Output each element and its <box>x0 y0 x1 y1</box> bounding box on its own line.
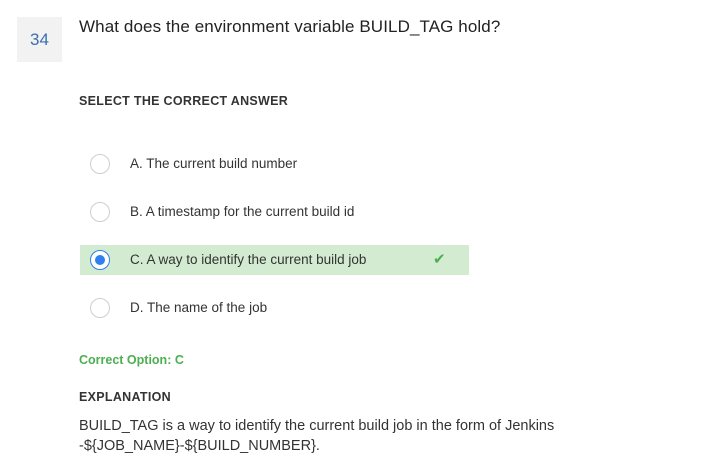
option-a-label: A. The current build number <box>130 156 298 171</box>
check-icon: ✔ <box>433 251 446 268</box>
radio-option-d[interactable] <box>90 298 110 318</box>
option-c[interactable]: C. A way to identify the current build j… <box>80 245 469 275</box>
option-b[interactable]: B. A timestamp for the current build id <box>80 197 469 227</box>
explanation-text: BUILD_TAG is a way to identify the curre… <box>79 418 555 454</box>
question-number: 34 <box>17 17 62 62</box>
radio-option-b[interactable] <box>90 202 110 222</box>
option-c-label: C. A way to identify the current build j… <box>130 252 367 267</box>
question-title: What does the environment variable BUILD… <box>79 17 501 36</box>
option-d[interactable]: D. The name of the job <box>80 293 469 323</box>
radio-option-a[interactable] <box>90 154 110 174</box>
correct-option-text: Correct Option: C <box>79 353 184 367</box>
option-a[interactable]: A. The current build number <box>80 149 469 179</box>
quiz-page: 34 What does the environment variable BU… <box>0 0 706 473</box>
option-d-label: D. The name of the job <box>130 300 268 315</box>
select-answer-label: SELECT THE CORRECT ANSWER <box>79 94 289 108</box>
radio-option-c[interactable] <box>90 250 110 270</box>
explanation-label: EXPLANATION <box>79 390 171 404</box>
option-b-label: B. A timestamp for the current build id <box>130 204 355 219</box>
